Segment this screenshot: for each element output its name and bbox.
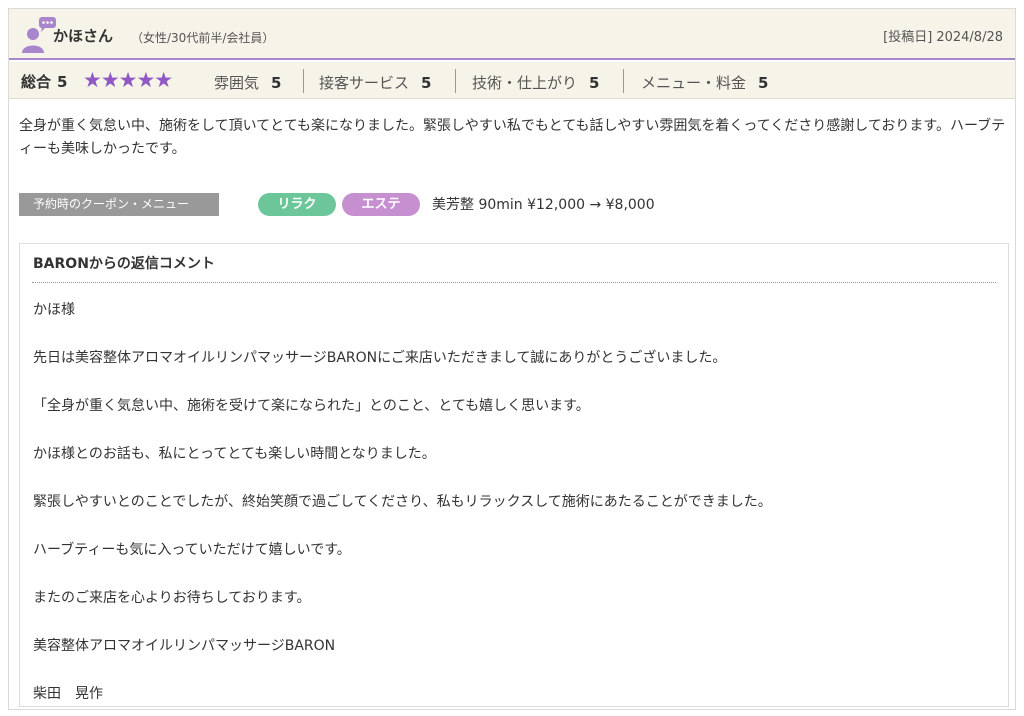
rating-divider — [623, 69, 624, 93]
reviewer-profile: （女性/30代前半/会社員） — [131, 31, 275, 45]
reply-line: 先日は美容整体アロマオイルリンパマッサージBARONにご来店いただきまして誠にあ… — [33, 350, 727, 366]
rating-label: 雰囲気 — [214, 74, 260, 92]
reply-line: またのご来店を心よりお待ちしております。 — [33, 590, 311, 606]
reply-line: 「全身が重く気怠い中、施術を受けて楽になられた」とのこと、とても嬉しく思います。 — [33, 398, 590, 414]
post-date-value: 2024/8/28 — [936, 30, 1003, 45]
star-rating-icon: ★★★★★ — [83, 68, 173, 92]
rating-service: 接客サービス 5 — [319, 72, 431, 93]
reviewer-name: かほさん — [53, 27, 114, 45]
rating-divider — [303, 69, 304, 93]
overall-rating: 総合 5 — [21, 71, 67, 92]
post-date-label: [投稿日] — [883, 30, 933, 45]
rating-technique: 技術・仕上がり 5 — [472, 72, 599, 93]
rating-value: 5 — [589, 74, 600, 92]
tag-este[interactable]: エステ — [342, 193, 420, 216]
rating-value: 5 — [421, 74, 432, 92]
reply-title: BARONからの返信コメント — [33, 256, 215, 272]
coupon-label: 予約時のクーポン・メニュー — [19, 193, 219, 216]
post-date: [投稿日] 2024/8/28 — [883, 26, 1003, 45]
review-header: かほさん （女性/30代前半/会社員） [投稿日] 2024/8/28 — [9, 9, 1015, 60]
reply-divider — [32, 282, 996, 283]
reply-signature: 柴田 晃作 — [33, 686, 103, 702]
rating-label: 技術・仕上がり — [472, 74, 578, 92]
reply-line: 緊張しやすいとのことでしたが、終始笑顔で過ごしてくださり、私もリラックスして施術… — [33, 494, 772, 510]
reply-line: かほ様とのお話も、私にとってとても楽しい時間となりました。 — [33, 446, 436, 462]
reply-line: ハーブティーも気に入っていただけて嬉しいです。 — [33, 542, 351, 558]
review-card: かほさん （女性/30代前半/会社員） [投稿日] 2024/8/28 総合 5 ★… — [8, 8, 1016, 710]
rating-atmosphere: 雰囲気 5 — [214, 72, 281, 93]
rating-menu-price: メニュー・料金 5 — [641, 72, 768, 93]
review-text: 全身が重く気怠い中、施術をして頂いてとても楽になりました。緊張しやすい私でもとて… — [19, 118, 1006, 157]
user-speech-icon — [22, 17, 56, 53]
tag-relax[interactable]: リラク — [258, 193, 336, 216]
overall-label: 総合 — [21, 73, 52, 91]
rating-divider — [455, 69, 456, 93]
rating-value: 5 — [758, 74, 769, 92]
reply-line: 美容整体アロマオイルリンパマッサージBARON — [33, 638, 336, 654]
ratings-bar: 総合 5 ★★★★★ 雰囲気 5 接客サービス 5 技術・仕上がり 5 メニュー・料金 5 — [9, 62, 1015, 99]
rating-value: 5 — [271, 74, 282, 92]
reply-box: BARONからの返信コメント かほ様 先日は美容整体アロマオイルリンパマッサージ… — [19, 243, 1009, 707]
reply-line: かほ様 — [33, 302, 75, 318]
rating-label: 接客サービス — [319, 74, 410, 92]
overall-value: 5 — [57, 73, 68, 91]
coupon-menu: 美芳整 90min ¥12,000 → ¥8,000 — [432, 197, 655, 213]
rating-label: メニュー・料金 — [641, 74, 747, 92]
